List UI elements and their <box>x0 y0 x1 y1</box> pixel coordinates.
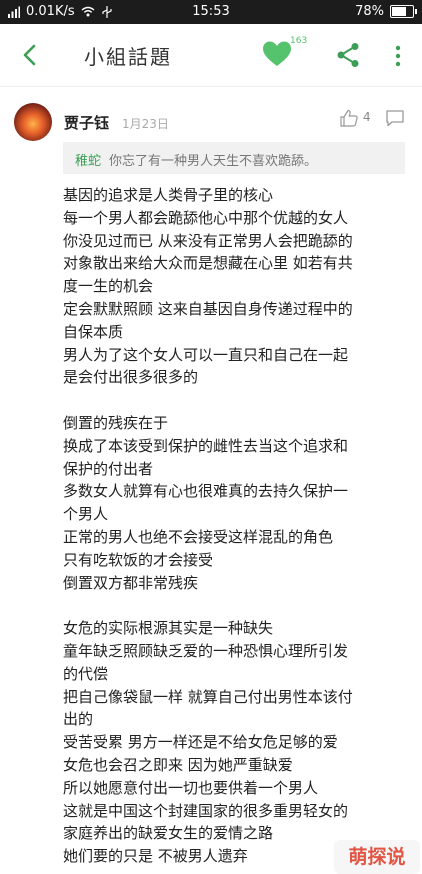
post-line: 你没见过而已 从来没有正常男人会把跪舔的 <box>63 231 353 250</box>
post-line: 自保本质 <box>63 322 124 341</box>
post-line: 是会付出很多很多的 <box>63 368 199 387</box>
author-name[interactable]: 贾子钰 <box>64 112 109 133</box>
post-line: 的代偿 <box>63 664 109 683</box>
more-options-icon[interactable] <box>392 44 404 68</box>
status-right: 78% <box>355 4 417 19</box>
post-line: 定会默默照顾 这来自基因自身传递过程中的 <box>63 299 353 318</box>
thumbs-up-icon[interactable] <box>340 109 358 127</box>
post-date: 1月23日 <box>122 117 169 131</box>
avatar[interactable] <box>14 103 52 141</box>
post-line: 对象散出来给大众而是想藏在心里 如若有共 <box>63 254 353 273</box>
post-line: 女危的实际根源其实是一种缺失 <box>63 619 274 638</box>
quoted-reply: 稚蛇 你忘了有一种男人天生不喜欢跪舔。 <box>63 142 405 174</box>
page-title: 小組話題 <box>84 45 172 69</box>
post-line: 基因的追求是人类骨子里的核心 <box>63 186 274 204</box>
post-like-count: 4 <box>363 110 371 124</box>
battery-percent: 78% <box>355 4 384 19</box>
post-line: 男人为了这个女人可以一直只和自己在一起 <box>63 345 349 364</box>
post-line: 倒置双方都非常残疾 <box>63 573 199 592</box>
reply-icon[interactable] <box>385 109 405 127</box>
battery-icon <box>390 5 417 18</box>
post-line: 所以她愿意付出一切也要供着一个男人 <box>63 778 319 797</box>
post-line: 把自己像袋鼠一样 就算自己付出男性本该付 <box>63 687 353 706</box>
post-line: 正常的男人也绝不会接受这样混乱的角色 <box>63 527 334 546</box>
heart-icon[interactable] <box>262 40 292 68</box>
post-line: 多数女人就算有心也很难真的去持久保护一 <box>63 482 349 501</box>
post-line: 只有吃软饭的才会接受 <box>63 550 214 569</box>
status-bar: 0.01K/s 15:53 78% <box>0 0 422 24</box>
top-app-bar: 小組話題 163 <box>0 24 422 87</box>
post-line: 受苦受累 男方一样还是不给女危足够的爱 <box>63 733 338 752</box>
post-line: 换成了本该受到保护的雌性去当这个追求和 <box>63 436 349 455</box>
post-line: 个男人 <box>63 505 109 524</box>
share-icon[interactable] <box>336 42 360 68</box>
watermark-text: 萌探说 <box>348 846 406 868</box>
post-line: 保护的付出者 <box>63 459 154 478</box>
post-line: 这就是中国这个封建国家的很多重男轻女的 <box>63 801 349 820</box>
post-line: 女危也会召之即来 因为她严重缺爱 <box>63 755 293 774</box>
back-arrow-icon[interactable] <box>16 40 46 70</box>
watermark-logo: 萌探说 <box>334 840 420 874</box>
post-line: 倒置的残疾在于 <box>63 413 169 432</box>
post-body: 基因的追求是人类骨子里的核心每一个男人都会跪舔他心中那个优越的女人 你没见过而已 … <box>63 184 413 868</box>
quoted-text: 你忘了有一种男人天生不喜欢跪舔。 <box>109 154 318 169</box>
post-line: 度一生的机会 <box>63 277 154 296</box>
post-line: 每一个男人都会跪舔他心中那个优越的女人 <box>63 208 349 227</box>
quoted-author[interactable]: 稚蛇 <box>75 150 101 169</box>
post-line: 出的 <box>63 710 94 729</box>
post-line: 童年缺乏照顾缺乏爱的一种恐惧心理所引发 <box>63 641 349 660</box>
favorite-count: 163 <box>290 36 308 46</box>
